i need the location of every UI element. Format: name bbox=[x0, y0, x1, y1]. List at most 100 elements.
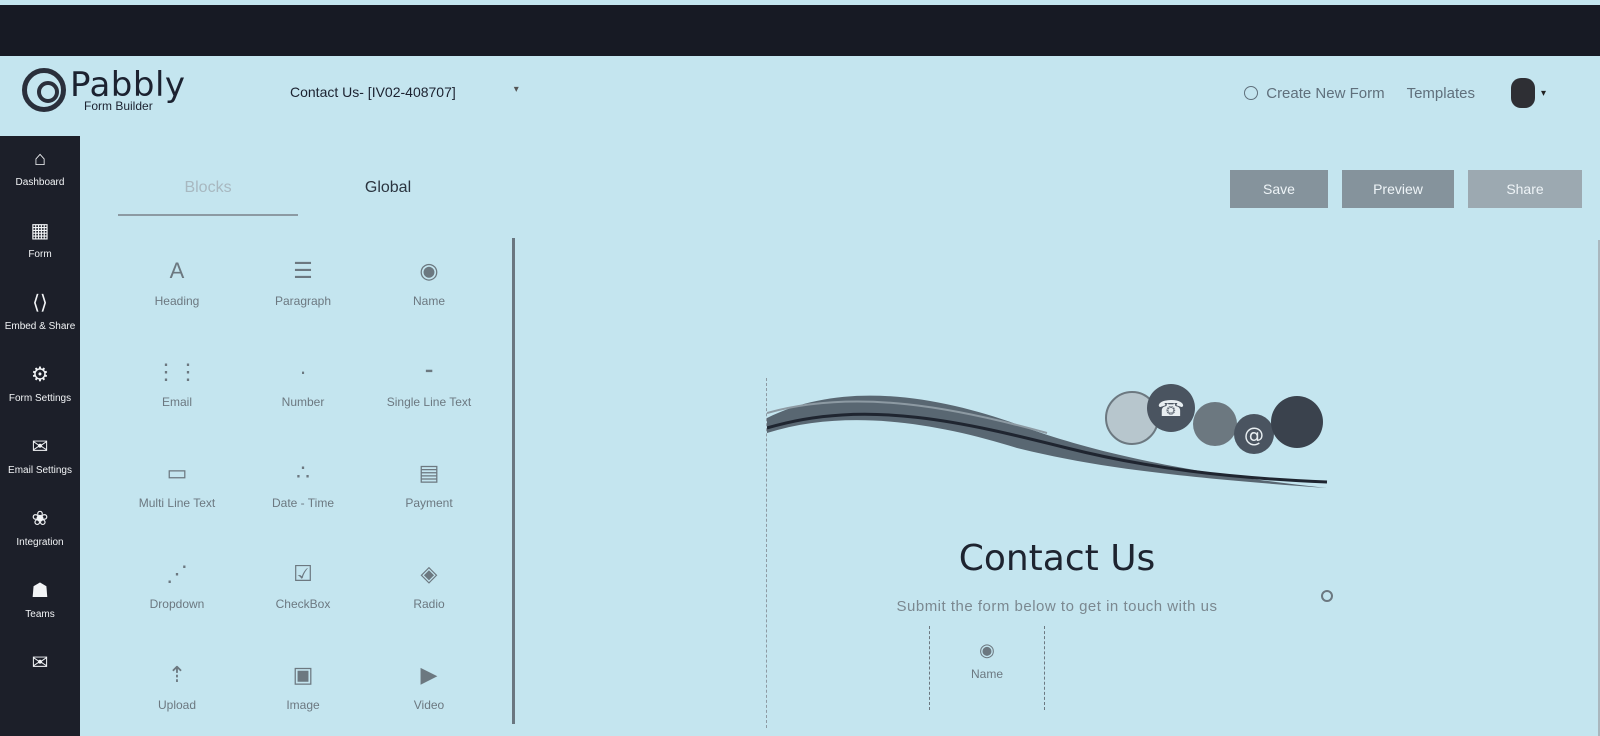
preview-button[interactable]: Preview bbox=[1342, 170, 1454, 208]
form-subtitle[interactable]: Submit the form below to get in touch wi… bbox=[767, 598, 1347, 615]
sidebar-item-integration[interactable]: ❀ Integration bbox=[0, 496, 80, 568]
block-date-time[interactable]: ∴ Date - Time bbox=[240, 446, 366, 547]
block-checkbox[interactable]: ☑ CheckBox bbox=[240, 547, 366, 648]
number-icon: · bbox=[299, 359, 307, 384]
form-canvas[interactable]: ☎ @ Contact Us Submit the form below to … bbox=[766, 378, 1346, 728]
form-title[interactable]: Contact Us bbox=[767, 538, 1347, 579]
radio-icon: ◈ bbox=[420, 561, 438, 586]
svg-text:@: @ bbox=[1244, 423, 1264, 447]
contact-banner-image: ☎ @ bbox=[767, 384, 1328, 488]
panel-scrollbar[interactable] bbox=[512, 238, 515, 724]
calendar-icon: ∴ bbox=[296, 460, 310, 485]
block-heading[interactable]: A Heading bbox=[114, 244, 240, 345]
tab-blocks[interactable]: Blocks bbox=[118, 174, 298, 216]
text-area-icon: ▭ bbox=[166, 460, 188, 485]
block-label: Multi Line Text bbox=[138, 496, 216, 510]
sidebar-item-label: Form Settings bbox=[8, 393, 72, 404]
sidebar-item-teams[interactable]: ☗ Teams bbox=[0, 568, 80, 640]
mail-open-icon: ✉ bbox=[31, 436, 49, 458]
block-label: Single Line Text bbox=[386, 395, 472, 409]
user-circle-icon: ◉ bbox=[979, 640, 995, 660]
block-paragraph[interactable]: ☰ Paragraph bbox=[240, 244, 366, 345]
sidebar-item-label: Embed & Share bbox=[4, 321, 76, 332]
checkbox-icon: ☑ bbox=[293, 561, 313, 586]
sidebar: ⌂ Dashboard ▦ Form ⟨⟩ Embed & Share ⚙ Fo… bbox=[0, 136, 80, 736]
image-icon: ▣ bbox=[292, 662, 314, 687]
app-header: Pabbly Form Builder Contact Us- [IV02-40… bbox=[0, 56, 1600, 136]
svg-text:☎: ☎ bbox=[1157, 397, 1184, 422]
team-icon: ☗ bbox=[31, 580, 49, 602]
block-label: Radio bbox=[413, 597, 445, 611]
block-name[interactable]: ◉ Name bbox=[366, 244, 492, 345]
upload-icon: ⇡ bbox=[167, 662, 187, 687]
sidebar-item-dashboard[interactable]: ⌂ Dashboard bbox=[0, 136, 80, 208]
sidebar-item-embed-share[interactable]: ⟨⟩ Embed & Share bbox=[0, 280, 80, 352]
block-label: Email bbox=[161, 395, 192, 409]
sidebar-item-label: Integration bbox=[16, 537, 64, 548]
envelope-icon: ✉ bbox=[31, 652, 49, 674]
avatar bbox=[1510, 78, 1535, 108]
chevron-down-icon: ▾ bbox=[513, 84, 519, 95]
sidebar-item-form[interactable]: ▦ Form bbox=[0, 208, 80, 280]
block-label: CheckBox bbox=[275, 597, 331, 611]
blocks-panel: Blocks Global A Heading ☰ Paragraph ◉ Name … bbox=[80, 136, 520, 736]
pabbly-logo[interactable]: Pabbly Form Builder bbox=[22, 68, 186, 112]
block-label: Heading bbox=[154, 294, 200, 308]
sidebar-item-label: Email Settings bbox=[8, 465, 72, 476]
block-email[interactable]: ⋮⋮ Email bbox=[114, 345, 240, 446]
create-new-form-label: Create New Form bbox=[1266, 84, 1385, 102]
block-label: Upload bbox=[157, 698, 197, 712]
paragraph-icon: ☰ bbox=[293, 258, 313, 283]
form-selector-value: Contact Us- [IV02-408707] bbox=[290, 84, 456, 100]
block-label: Dropdown bbox=[149, 597, 205, 611]
tab-global[interactable]: Global bbox=[298, 174, 478, 216]
block-label: Payment bbox=[405, 496, 453, 510]
block-label: Video bbox=[413, 698, 445, 712]
settings-icon[interactable] bbox=[1321, 590, 1333, 602]
sidebar-item-form-settings[interactable]: ⚙ Form Settings bbox=[0, 352, 80, 424]
sidebar-item-label: Form bbox=[28, 249, 52, 260]
block-label: Image bbox=[286, 698, 320, 712]
block-video[interactable]: ▶ Video bbox=[366, 648, 492, 736]
chevron-down-icon: ▾ bbox=[1540, 87, 1546, 99]
payment-icon: ▤ bbox=[418, 460, 440, 485]
block-label: Name bbox=[412, 294, 445, 308]
share-button[interactable]: Share bbox=[1468, 170, 1582, 208]
block-payment[interactable]: ▤ Payment bbox=[366, 446, 492, 547]
block-image[interactable]: ▣ Image bbox=[240, 648, 366, 736]
block-label: Paragraph bbox=[274, 294, 332, 308]
email-icon: ⋮⋮ bbox=[155, 359, 199, 384]
heading-icon: A bbox=[169, 258, 185, 283]
user-circle-icon: ◉ bbox=[419, 258, 439, 283]
block-radio[interactable]: ◈ Radio bbox=[366, 547, 492, 648]
form-selector[interactable]: Contact Us- [IV02-408707] ▾ bbox=[290, 84, 519, 100]
video-icon: ▶ bbox=[420, 662, 438, 687]
form-icon: ▦ bbox=[30, 220, 50, 242]
dropdown-icon: ⋰ bbox=[166, 561, 188, 586]
pabbly-logo-icon bbox=[22, 68, 66, 112]
text-line-icon: ⁃ bbox=[423, 359, 435, 384]
name-field-label: Name bbox=[970, 667, 1003, 681]
block-label: Date - Time bbox=[271, 496, 334, 510]
browser-bar bbox=[0, 5, 1600, 56]
block-label: Number bbox=[281, 395, 325, 409]
block-upload[interactable]: ⇡ Upload bbox=[114, 648, 240, 736]
create-new-form-link[interactable]: Create New Form bbox=[1244, 84, 1385, 102]
save-button[interactable]: Save bbox=[1230, 170, 1328, 208]
name-field-block[interactable]: ◉ Name bbox=[929, 626, 1045, 710]
block-dropdown[interactable]: ⋰ Dropdown bbox=[114, 547, 240, 648]
sidebar-item-email-settings[interactable]: ✉ Email Settings bbox=[0, 424, 80, 496]
block-number[interactable]: · Number bbox=[240, 345, 366, 446]
sidebar-item-label: Teams bbox=[25, 609, 55, 620]
block-multi-line-text[interactable]: ▭ Multi Line Text bbox=[114, 446, 240, 547]
sidebar-item-label: Dashboard bbox=[15, 177, 65, 188]
sidebar-item-email[interactable]: ✉ bbox=[0, 640, 80, 712]
user-menu[interactable]: ▾ bbox=[1510, 78, 1546, 108]
integration-icon: ❀ bbox=[31, 508, 49, 530]
panel-tabs: Blocks Global bbox=[118, 174, 488, 216]
templates-link[interactable]: Templates bbox=[1407, 85, 1475, 102]
home-icon: ⌂ bbox=[33, 148, 47, 170]
plus-circle-icon bbox=[1244, 86, 1259, 100]
block-single-line-text[interactable]: ⁃ Single Line Text bbox=[366, 345, 492, 446]
blocks-grid: A Heading ☰ Paragraph ◉ Name ⋮⋮ Email · Numbe… bbox=[114, 244, 494, 736]
